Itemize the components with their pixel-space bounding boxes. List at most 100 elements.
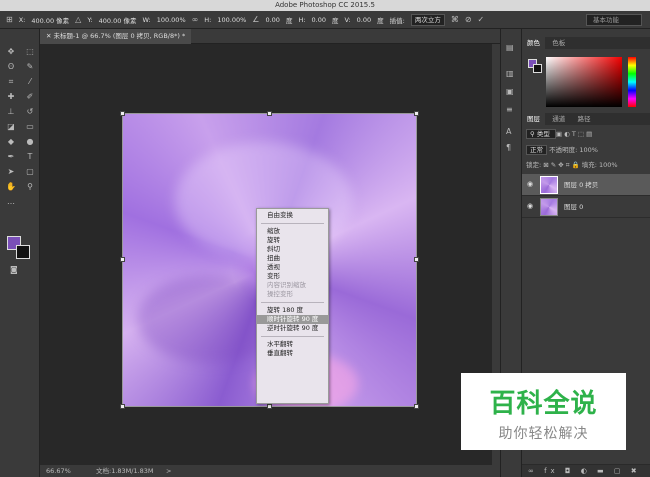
type-tool-icon[interactable]: T: [21, 150, 39, 164]
paragraph-panel-icon[interactable]: ¶: [506, 143, 511, 152]
group-folder-icon[interactable]: ▬: [597, 467, 608, 475]
layer-name[interactable]: 图层 0 拷贝: [564, 174, 598, 196]
y-field[interactable]: 400.00 像素: [99, 15, 137, 25]
status-menu-arrow[interactable]: >: [166, 465, 171, 477]
hskew-field[interactable]: 0.00: [312, 16, 326, 24]
character-panel-icon[interactable]: A: [506, 127, 511, 136]
menu-item-skew[interactable]: 斜切: [257, 245, 328, 254]
crop-tool-icon[interactable]: ⌗: [2, 75, 20, 89]
eye-icon[interactable]: ◉: [527, 202, 533, 210]
marquee-tool-icon[interactable]: ⬚: [21, 45, 39, 59]
blend-mode-select[interactable]: 正常: [526, 145, 547, 155]
eye-icon[interactable]: ◉: [527, 180, 533, 188]
shape-tool-icon[interactable]: ▢: [21, 165, 39, 179]
background-color-swatch[interactable]: [16, 245, 30, 259]
trash-icon[interactable]: ✖: [631, 467, 641, 475]
panel-background-swatch[interactable]: [533, 64, 542, 73]
filter-icons[interactable]: ▣ ◐ T ⬚ ▤: [556, 130, 592, 138]
vskew-field[interactable]: 0.00: [357, 16, 371, 24]
menu-item-distort[interactable]: 扭曲: [257, 254, 328, 263]
transform-reference-icon[interactable]: ⊞: [6, 15, 13, 24]
transform-handle-bottom-left[interactable]: [120, 404, 125, 409]
dodge-tool-icon[interactable]: ●: [21, 135, 39, 149]
layer-thumbnail: [540, 176, 558, 194]
menu-item-free-transform[interactable]: 自由变换: [257, 211, 328, 220]
menu-item-flip-vertical[interactable]: 垂直翻转: [257, 349, 328, 358]
lasso-tool-icon[interactable]: ʘ: [2, 60, 20, 74]
layer-kind-filter[interactable]: ⚲ 类型: [526, 129, 556, 139]
document-tab[interactable]: ✕ 未标题-1 @ 66.7% (图层 0 拷贝, RGB/8*) *: [40, 29, 192, 44]
tab-swatches[interactable]: 色板: [547, 37, 570, 49]
zoom-level[interactable]: 66.67%: [46, 467, 71, 475]
adjustments-panel-icon[interactable]: ▣: [506, 87, 514, 96]
link-layers-icon[interactable]: ∞: [528, 467, 538, 475]
mask-icon[interactable]: ◘: [565, 467, 575, 475]
move-tool-icon[interactable]: ✥: [2, 45, 20, 59]
layer-thumbnail: [540, 198, 558, 216]
fill-value[interactable]: 100%: [599, 161, 618, 169]
interpolation-select[interactable]: 两次立方: [410, 13, 445, 26]
transform-handle-left[interactable]: [120, 257, 125, 262]
canvas-area[interactable]: 自由变换 缩放 旋转 斜切 扭曲 透视 变形 内容识别缩放 操控变形 旋转 18…: [40, 44, 492, 465]
tab-color[interactable]: 颜色: [522, 37, 545, 49]
menu-item-rotate-180[interactable]: 旋转 180 度: [257, 306, 328, 315]
blur-tool-icon[interactable]: ◆: [2, 135, 20, 149]
menu-item-warp[interactable]: 变形: [257, 272, 328, 281]
tab-paths[interactable]: 路径: [572, 113, 595, 125]
menu-item-scale[interactable]: 缩放: [257, 227, 328, 236]
x-field[interactable]: 400.00 像素: [31, 15, 69, 25]
color-picker-field[interactable]: [546, 57, 622, 107]
transform-handle-top-right[interactable]: [414, 111, 419, 116]
workspace-select[interactable]: 基本功能: [586, 14, 642, 26]
transform-handle-top[interactable]: [267, 111, 272, 116]
fx-button[interactable]: fx: [544, 467, 559, 475]
layer-name[interactable]: 图层 0: [564, 196, 583, 218]
hue-slider[interactable]: [628, 57, 636, 107]
menu-item-perspective[interactable]: 透视: [257, 263, 328, 272]
angle-field[interactable]: 0.00: [265, 16, 279, 24]
menu-item-rotate[interactable]: 旋转: [257, 236, 328, 245]
transform-handle-bottom-right[interactable]: [414, 404, 419, 409]
opacity-value[interactable]: 100%: [579, 146, 598, 154]
transform-handle-top-left[interactable]: [120, 111, 125, 116]
quick-select-tool-icon[interactable]: ✎: [21, 60, 39, 74]
tab-layers[interactable]: 图层: [522, 113, 545, 125]
link-icon[interactable]: ∞: [192, 15, 199, 24]
layer-row[interactable]: ◉ 图层 0 拷贝: [522, 174, 650, 196]
brush-tool-icon[interactable]: ✐: [21, 90, 39, 104]
commit-check-icon[interactable]: ✓: [478, 15, 485, 24]
eraser-tool-icon[interactable]: ◪: [2, 120, 20, 134]
layer-row[interactable]: ◉ 图层 0: [522, 196, 650, 218]
transform-handle-bottom[interactable]: [267, 404, 272, 409]
tab-channels[interactable]: 通道: [547, 113, 570, 125]
properties-panel-icon[interactable]: ▥: [506, 69, 514, 78]
history-panel-icon[interactable]: ▤: [506, 43, 514, 52]
transform-handle-right[interactable]: [414, 257, 419, 262]
more-tools-icon[interactable]: …: [2, 195, 20, 209]
pen-tool-icon[interactable]: ✒: [2, 150, 20, 164]
triangle-icon[interactable]: △: [75, 15, 81, 24]
cancel-icon[interactable]: ⊘: [465, 15, 472, 24]
hand-tool-icon[interactable]: ✋: [2, 180, 20, 194]
history-brush-icon[interactable]: ↺: [21, 105, 39, 119]
photoshop-window: Adobe Photoshop CC 2015.5 ⊞ X: 400.00 像素…: [0, 0, 650, 477]
w-field[interactable]: 100.00%: [157, 16, 186, 24]
healing-tool-icon[interactable]: ✚: [2, 90, 20, 104]
close-tab-icon[interactable]: ✕: [46, 32, 54, 40]
adjustment-layer-icon[interactable]: ◐: [581, 467, 591, 475]
y-label: Y:: [87, 15, 93, 24]
warp-mode-icon[interactable]: ⌘: [451, 15, 459, 24]
h-field[interactable]: 100.00%: [217, 16, 246, 24]
quick-mask-icon[interactable]: ◙: [10, 265, 18, 274]
menu-item-rotate-90-cw[interactable]: 顺时针旋转 90 度: [257, 315, 328, 324]
lock-icons[interactable]: ⊠ ✎ ✥ ⌗ 🔒: [543, 161, 581, 169]
new-layer-icon[interactable]: ▢: [614, 467, 625, 475]
stamp-tool-icon[interactable]: ⊥: [2, 105, 20, 119]
menu-item-rotate-90-ccw[interactable]: 逆时针旋转 90 度: [257, 324, 328, 333]
menu-item-flip-horizontal[interactable]: 水平翻转: [257, 340, 328, 349]
zoom-tool-icon[interactable]: ⚲: [21, 180, 39, 194]
eyedropper-tool-icon[interactable]: ⁄: [21, 75, 39, 89]
gradient-tool-icon[interactable]: ▭: [21, 120, 39, 134]
sliders-panel-icon[interactable]: ≡: [506, 105, 513, 114]
path-select-icon[interactable]: ➤: [2, 165, 20, 179]
